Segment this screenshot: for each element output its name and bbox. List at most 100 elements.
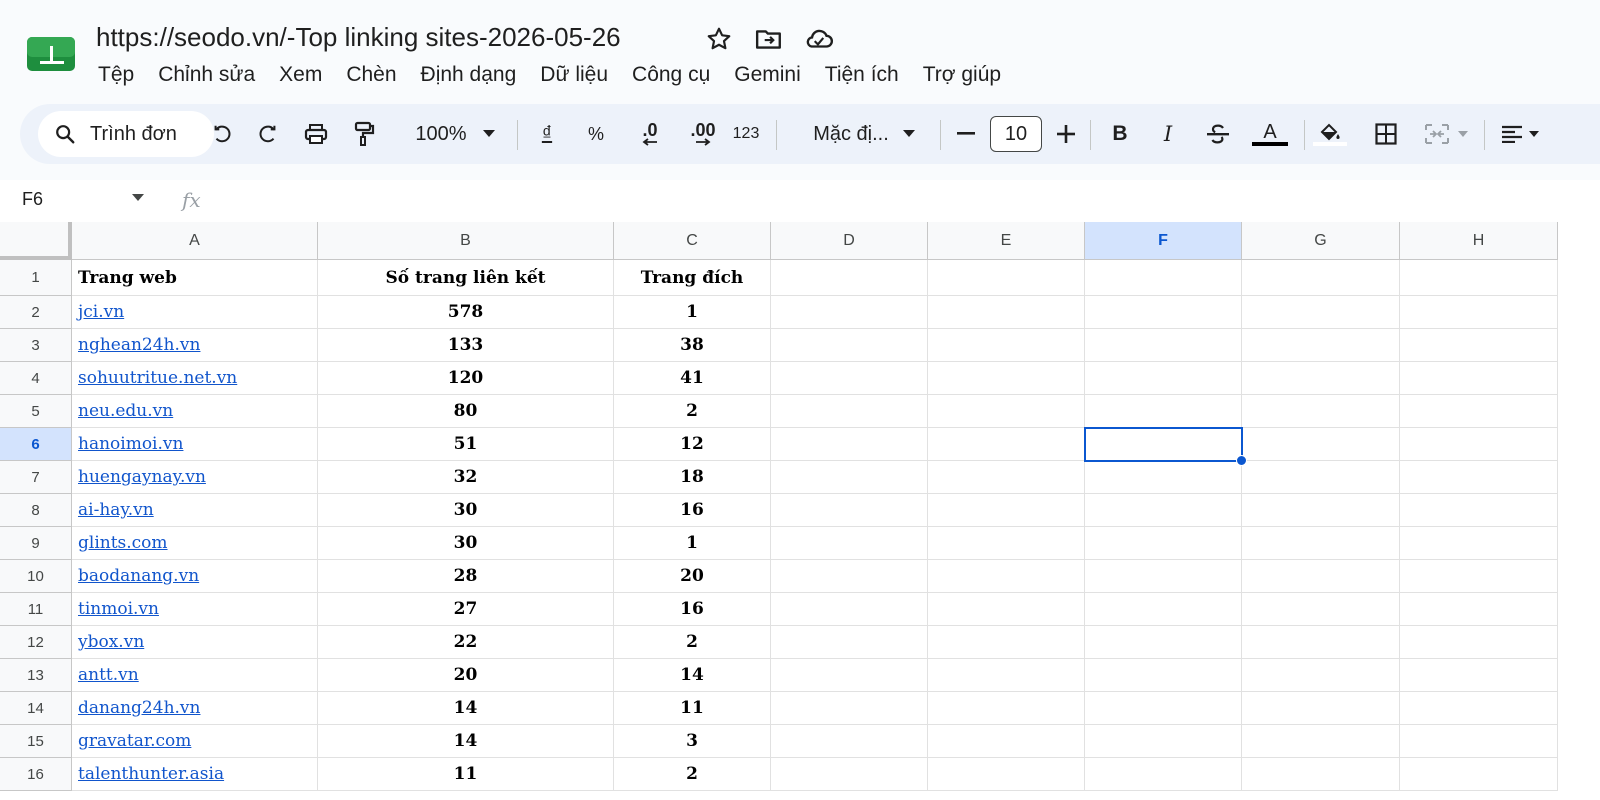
row-header-14[interactable]: 14 [0,692,72,725]
cell-b16[interactable]: 11 [318,758,614,791]
menu-edit[interactable]: Chỉnh sửa [146,61,267,89]
cell-h16[interactable] [1400,758,1558,791]
cell-b12[interactable]: 22 [318,626,614,659]
cell-c16[interactable]: 2 [614,758,771,791]
cell-f6[interactable] [1085,428,1242,461]
cell-b15[interactable]: 14 [318,725,614,758]
cell-c15[interactable]: 3 [614,725,771,758]
cell-d3[interactable] [771,329,928,362]
cell-f3[interactable] [1085,329,1242,362]
number-format-button[interactable]: 123 [726,114,766,154]
increase-font-size-button[interactable] [1050,114,1082,154]
cell-c3[interactable]: 38 [614,329,771,362]
column-header-h[interactable]: H [1400,222,1558,260]
font-family-select[interactable]: Mặc đị... [794,114,934,154]
website-link-cell[interactable]: tinmoi.vn [72,593,318,626]
cell-g5[interactable] [1242,395,1400,428]
select-all-corner[interactable] [0,222,72,260]
website-link-cell[interactable]: talenthunter.asia [72,758,318,791]
cell-d10[interactable] [771,560,928,593]
cell-c7[interactable]: 18 [614,461,771,494]
cell-g2[interactable] [1242,296,1400,329]
cell-e4[interactable] [928,362,1085,395]
cell-g15[interactable] [1242,725,1400,758]
cell-b9[interactable]: 30 [318,527,614,560]
website-link-cell[interactable]: huengaynay.vn [72,461,318,494]
row-header-6[interactable]: 6 [0,428,72,461]
cell-e14[interactable] [928,692,1085,725]
cell-b14[interactable]: 14 [318,692,614,725]
cell-g8[interactable] [1242,494,1400,527]
cell-e6[interactable] [928,428,1085,461]
cell-e7[interactable] [928,461,1085,494]
cell-h12[interactable] [1400,626,1558,659]
menu-gemini[interactable]: Gemini [722,61,813,89]
cell-g1[interactable] [1242,260,1400,296]
website-link-cell[interactable]: ybox.vn [72,626,318,659]
spreadsheet-grid[interactable]: A B C D E F G H 1 Trang web Số trang liên kết Trang… [0,222,1600,800]
column-title-cell[interactable]: Trang đích [614,260,771,296]
menu-view[interactable]: Xem [267,61,334,89]
cell-e1[interactable] [928,260,1085,296]
cell-d1[interactable] [771,260,928,296]
cell-e13[interactable] [928,659,1085,692]
cell-e10[interactable] [928,560,1085,593]
cell-f12[interactable] [1085,626,1242,659]
row-header-15[interactable]: 15 [0,725,72,758]
cell-e2[interactable] [928,296,1085,329]
row-header-11[interactable]: 11 [0,593,72,626]
row-header-9[interactable]: 9 [0,527,72,560]
row-header-12[interactable]: 12 [0,626,72,659]
fill-handle[interactable] [1236,455,1247,466]
cell-g16[interactable] [1242,758,1400,791]
column-header-d[interactable]: D [771,222,928,260]
cell-d7[interactable] [771,461,928,494]
name-box[interactable]: F6 [22,189,43,210]
cell-d16[interactable] [771,758,928,791]
cell-g12[interactable] [1242,626,1400,659]
paint-format-button[interactable] [344,114,384,154]
row-header-10[interactable]: 10 [0,560,72,593]
print-button[interactable] [296,114,336,154]
decrease-decimal-button[interactable]: .0 [628,114,672,154]
cell-b7[interactable]: 32 [318,461,614,494]
cell-b5[interactable]: 80 [318,395,614,428]
cell-g14[interactable] [1242,692,1400,725]
website-link-cell[interactable]: neu.edu.vn [72,395,318,428]
column-header-f[interactable]: F [1085,222,1242,260]
cell-b3[interactable]: 133 [318,329,614,362]
cell-f11[interactable] [1085,593,1242,626]
cell-f9[interactable] [1085,527,1242,560]
cell-g13[interactable] [1242,659,1400,692]
cell-e12[interactable] [928,626,1085,659]
website-link-cell[interactable]: hanoimoi.vn [72,428,318,461]
cell-h1[interactable] [1400,260,1558,296]
cell-b4[interactable]: 120 [318,362,614,395]
website-link-cell[interactable]: baodanang.vn [72,560,318,593]
row-header-13[interactable]: 13 [0,659,72,692]
cell-g9[interactable] [1242,527,1400,560]
cell-e16[interactable] [928,758,1085,791]
cell-d5[interactable] [771,395,928,428]
website-link-cell[interactable]: ai-hay.vn [72,494,318,527]
cell-h7[interactable] [1400,461,1558,494]
cell-c12[interactable]: 2 [614,626,771,659]
menu-help[interactable]: Trợ giúp [911,61,1013,89]
increase-decimal-button[interactable]: .00 [680,114,726,154]
percent-format-button[interactable]: % [578,114,614,154]
borders-button[interactable] [1366,114,1406,154]
cell-h14[interactable] [1400,692,1558,725]
cell-d2[interactable] [771,296,928,329]
menu-insert[interactable]: Chèn [334,61,408,89]
cell-c8[interactable]: 16 [614,494,771,527]
menu-search-button[interactable]: Trình đơn [38,111,214,157]
cell-d13[interactable] [771,659,928,692]
cell-f13[interactable] [1085,659,1242,692]
cell-f2[interactable] [1085,296,1242,329]
cell-d14[interactable] [771,692,928,725]
website-link-cell[interactable]: sohuutritue.net.vn [72,362,318,395]
cell-b2[interactable]: 578 [318,296,614,329]
column-title-cell[interactable]: Trang web [72,260,318,296]
cell-f10[interactable] [1085,560,1242,593]
cell-b13[interactable]: 20 [318,659,614,692]
